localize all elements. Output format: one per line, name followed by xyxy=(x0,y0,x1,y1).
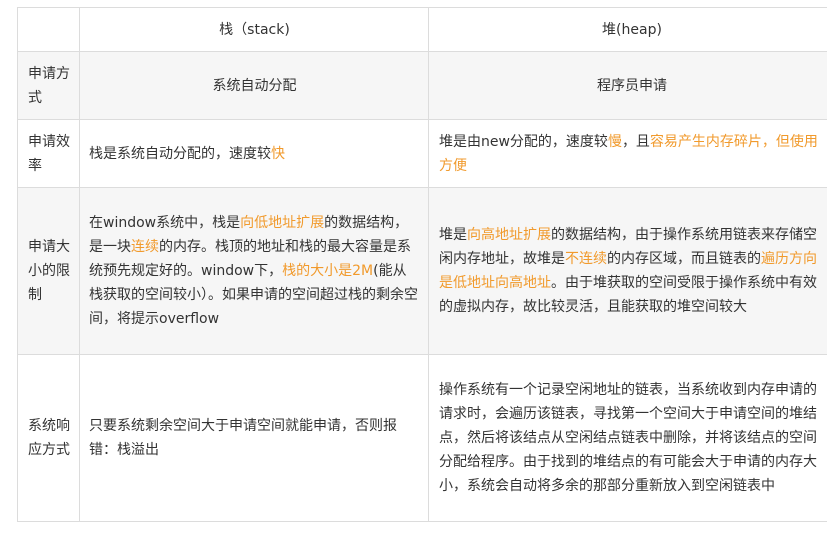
cell-text: 栈是系统自动分配的，速度较 xyxy=(89,145,271,162)
cell-text: 在window系统中，栈是 xyxy=(89,215,241,231)
cell-text: 程序员申请 xyxy=(597,77,667,94)
row-label: 系统响应方式 xyxy=(17,354,80,522)
cell-text: ，且 xyxy=(621,133,650,150)
table-row: 系统响应方式 只要系统剩余空间大于申请空间就能申请，否则报错：栈溢出 操作系统有… xyxy=(17,354,827,522)
cell-text: 堆是 xyxy=(439,227,467,243)
highlighted-text: 不连续 xyxy=(565,251,607,267)
highlighted-text: 向高地址扩展 xyxy=(467,227,551,243)
cell-text: 的内存区域，而且链表的 xyxy=(607,251,761,267)
stack-cell: 系统自动分配 xyxy=(79,51,429,120)
heap-cell: 操作系统有一个记录空闲地址的链表，当系统收到内存申请的请求时，会遍历该链表，寻找… xyxy=(428,354,827,522)
stack-cell: 栈是系统自动分配的，速度较快 xyxy=(79,119,429,188)
header-corner xyxy=(17,7,80,52)
cell-text: 只要系统剩余空间大于申请空间就能申请，否则报错：栈溢出 xyxy=(89,418,397,458)
cell-text: 系统自动分配 xyxy=(212,77,297,94)
row-label: 申请大小的限制 xyxy=(17,187,80,355)
highlighted-text: 快 xyxy=(271,145,285,162)
cell-text: 堆是由new分配的，速度较 xyxy=(439,133,608,150)
heap-cell: 堆是向高地址扩展的数据结构，由于操作系统用链表来存储空闲内存地址，故堆是不连续的… xyxy=(428,187,827,355)
header-stack: 栈（stack) xyxy=(79,7,429,52)
stack-cell: 在window系统中，栈是向低地址扩展的数据结构，是一块连续的内存。栈顶的地址和… xyxy=(79,187,429,355)
highlighted-text: 连续 xyxy=(131,239,159,255)
row-label: 申请效率 xyxy=(17,119,80,188)
comparison-table: 栈（stack) 堆(heap) 申请方式 系统自动分配 程序员申请 申请效率 … xyxy=(17,7,827,522)
row-label: 申请方式 xyxy=(17,51,80,120)
cell-text: 操作系统有一个记录空闲地址的链表，当系统收到内存申请的请求时，会遍历该链表，寻找… xyxy=(439,382,817,494)
heap-cell: 程序员申请 xyxy=(428,51,827,120)
stack-cell: 只要系统剩余空间大于申请空间就能申请，否则报错：栈溢出 xyxy=(79,354,429,522)
header-row: 栈（stack) 堆(heap) xyxy=(17,7,827,52)
highlighted-text: 慢 xyxy=(607,133,622,150)
highlighted-text: 向低地址扩展 xyxy=(240,215,325,231)
table-row: 申请效率 栈是系统自动分配的，速度较快 堆是由new分配的，速度较慢，且容易产生… xyxy=(17,119,827,188)
header-heap: 堆(heap) xyxy=(428,7,827,52)
table-row: 申请方式 系统自动分配 程序员申请 xyxy=(17,51,827,120)
highlighted-text: 栈的大小是2M xyxy=(282,263,374,279)
heap-cell: 堆是由new分配的，速度较慢，且容易产生内存碎片，但使用方便 xyxy=(428,119,827,188)
table-row: 申请大小的限制 在window系统中，栈是向低地址扩展的数据结构，是一块连续的内… xyxy=(17,187,827,355)
